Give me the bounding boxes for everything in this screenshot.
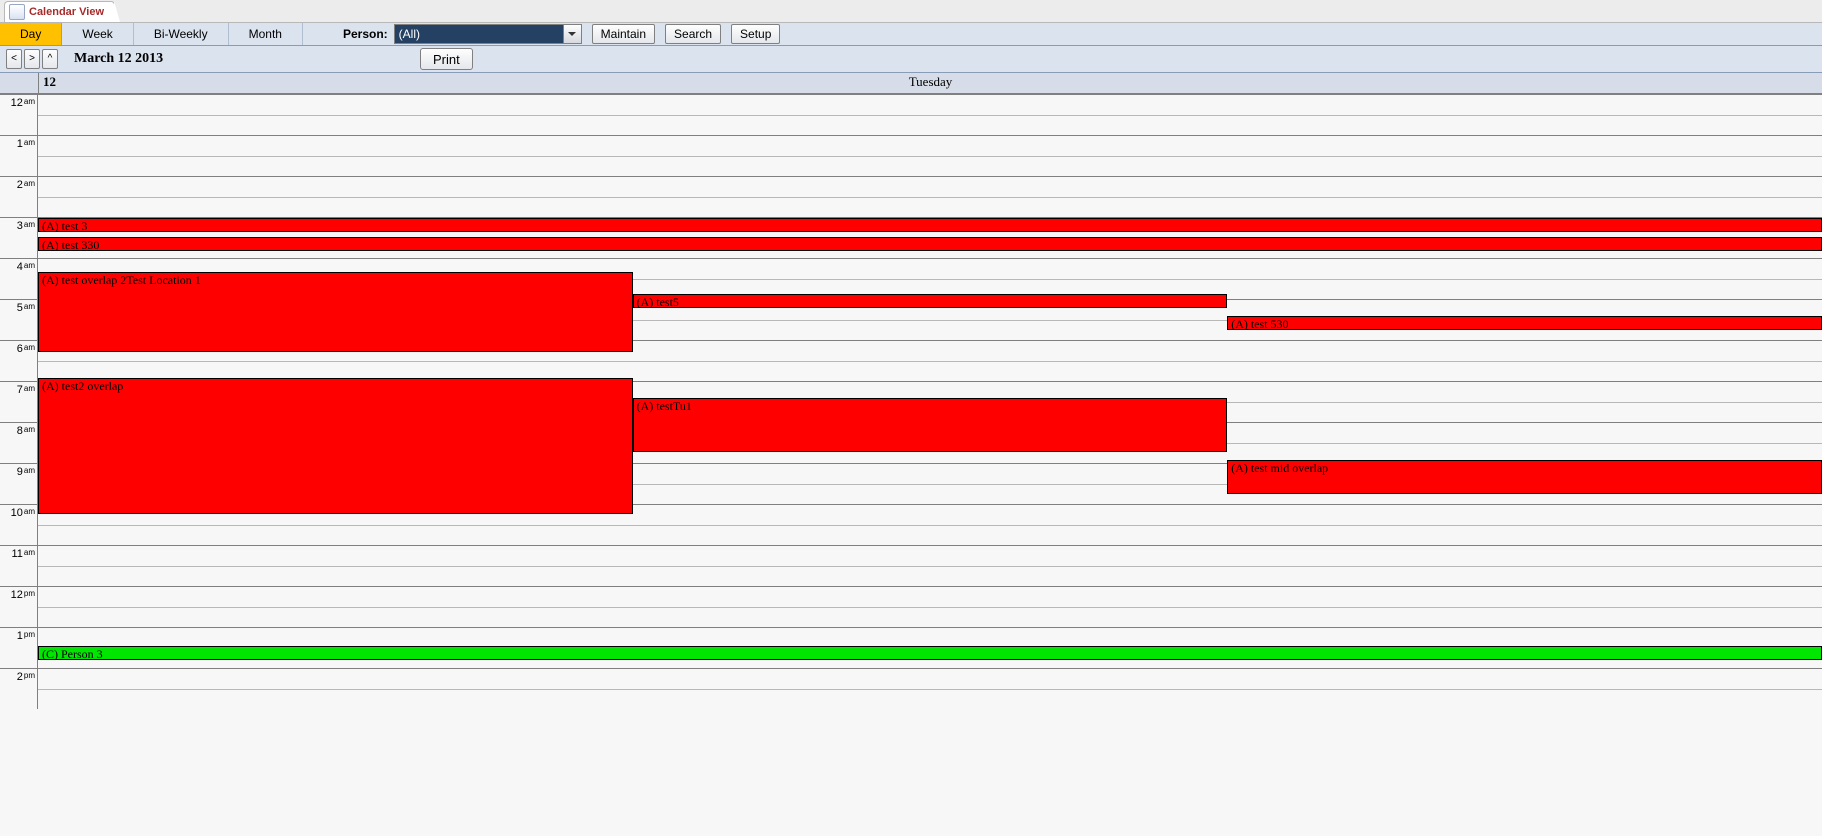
- time-label: 7am: [0, 381, 38, 422]
- tab-week[interactable]: Week: [62, 23, 133, 45]
- tab-month[interactable]: Month: [229, 23, 303, 45]
- time-label: 2am: [0, 176, 38, 217]
- time-label: 11am: [0, 545, 38, 586]
- view-toolbar: Day Week Bi-Weekly Month Person: Maintai…: [0, 23, 1822, 46]
- setup-button[interactable]: Setup: [731, 24, 780, 44]
- next-button[interactable]: >: [24, 49, 40, 69]
- time-label: 12am: [0, 94, 38, 135]
- person-filter: Person: Maintain Search Setup: [335, 23, 780, 45]
- today-button[interactable]: ^: [42, 49, 58, 69]
- time-label: 12pm: [0, 586, 38, 627]
- calendar-event[interactable]: (A) test 330: [38, 237, 1822, 251]
- document-tab-label: Calendar View: [29, 6, 104, 18]
- time-label: 8am: [0, 422, 38, 463]
- time-label: 9am: [0, 463, 38, 504]
- person-label: Person:: [343, 27, 388, 41]
- events-layer: (A) test 3 (A) test 330 (A) test overlap 2…: [38, 94, 1822, 709]
- view-mode-tabs: Day Week Bi-Weekly Month: [0, 23, 303, 45]
- time-label: 10am: [0, 504, 38, 545]
- day-name: Tuesday: [909, 74, 953, 90]
- search-button[interactable]: Search: [665, 24, 721, 44]
- time-label: 5am: [0, 299, 38, 340]
- calendar-event[interactable]: (A) test 3: [38, 218, 1822, 232]
- time-label: 6am: [0, 340, 38, 381]
- day-number: 12: [43, 74, 56, 90]
- form-icon: [9, 4, 25, 20]
- calendar-event[interactable]: (A) test 530: [1227, 316, 1822, 330]
- prev-button[interactable]: <: [6, 49, 22, 69]
- tab-day[interactable]: Day: [0, 23, 62, 45]
- time-label: 1pm: [0, 627, 38, 668]
- calendar-event[interactable]: (A) test mid overlap: [1227, 460, 1822, 494]
- person-select[interactable]: [395, 25, 563, 43]
- time-label: 1am: [0, 135, 38, 176]
- time-label: 4am: [0, 258, 38, 299]
- document-tab-calendar[interactable]: Calendar View: [4, 1, 115, 22]
- document-tabstrip: Calendar View: [0, 0, 1822, 23]
- tab-biweekly[interactable]: Bi-Weekly: [134, 23, 229, 45]
- calendar-event[interactable]: (A) test2 overlap: [38, 378, 633, 514]
- date-title: March 12 2013: [74, 51, 163, 67]
- person-dropdown-button[interactable]: [563, 25, 581, 43]
- time-label: 3am: [0, 217, 38, 258]
- calendar-event[interactable]: (A) test5: [633, 294, 1228, 308]
- day-header: 12 Tuesday: [0, 73, 1822, 94]
- date-nav-row: < > ^ March 12 2013 Print: [0, 46, 1822, 73]
- calendar-event[interactable]: (C) Person 3: [38, 646, 1822, 660]
- print-button[interactable]: Print: [420, 48, 473, 70]
- calendar-grid: 12am1am2am3am4am5am6am7am8am9am10am11am1…: [0, 94, 1822, 709]
- maintain-button[interactable]: Maintain: [592, 24, 655, 44]
- time-label: 2pm: [0, 668, 38, 709]
- chevron-down-icon: [568, 30, 576, 38]
- calendar-event[interactable]: (A) test overlap 2Test Location 1: [38, 272, 633, 352]
- calendar-event[interactable]: (A) testTu1: [633, 398, 1228, 452]
